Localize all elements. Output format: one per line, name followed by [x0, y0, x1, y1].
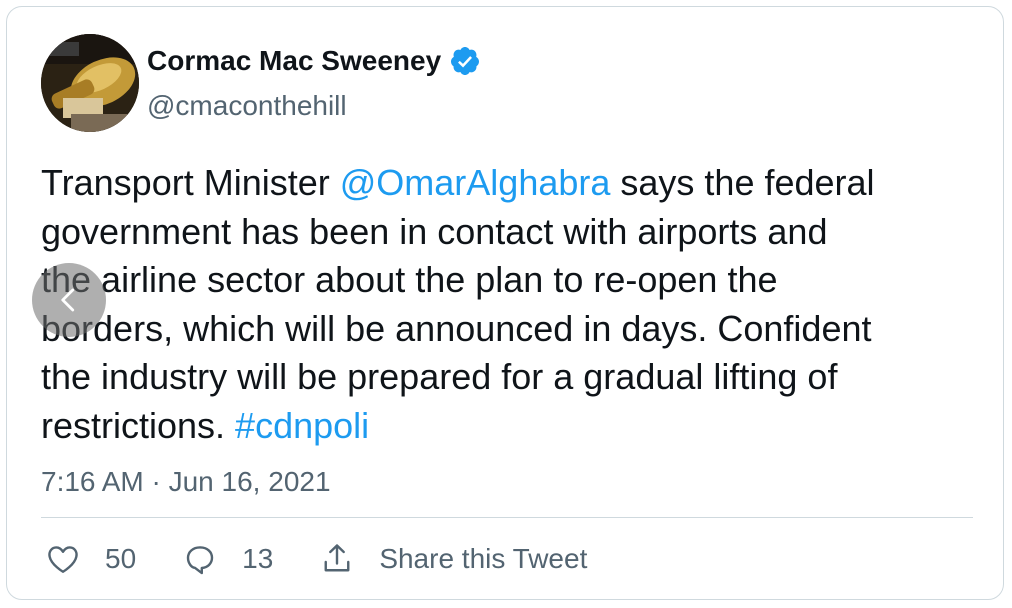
- tweet-text-line: government has been in contact with airp…: [41, 208, 981, 257]
- hashtag-link[interactable]: #cdnpoli: [235, 405, 369, 446]
- share-button[interactable]: Share this Tweet: [319, 541, 587, 577]
- reply-icon: [186, 546, 214, 575]
- tweet-text-line: the airline sector about the plan to re-…: [41, 256, 981, 305]
- tweet-text-segment: borders, which will be announced in days…: [41, 307, 872, 349]
- tweet-text-segment: government has been in contact with airp…: [41, 210, 828, 252]
- author-name-text: Cormac Mac Sweeney: [147, 45, 442, 76]
- microphone-avatar-image: [41, 34, 139, 132]
- chevron-left-icon: [61, 288, 75, 312]
- share-label: Share this Tweet: [379, 543, 588, 574]
- tweet-card: Cormac Mac Sweeney @cmaconthehill Transp…: [6, 6, 1004, 600]
- tweet-text-segment: the industry will be prepared for a grad…: [41, 356, 838, 397]
- author-display-name[interactable]: Cormac Mac Sweeney: [147, 45, 481, 77]
- author-avatar[interactable]: [41, 34, 139, 132]
- tweet-text-segment: the airline sector about the plan to re-…: [41, 259, 778, 300]
- author-handle[interactable]: @cmaconthehill: [147, 90, 347, 122]
- tweet-text-segment: restrictions.: [41, 404, 236, 446]
- tweet-timestamp[interactable]: 7:16 AM · Jun 16, 2021: [41, 466, 331, 498]
- tweet-text-line: restrictions. #cdnpoli: [41, 402, 981, 451]
- share-icon: [324, 544, 350, 572]
- tweet-text-line: Transport Minister @OmarAlghabra says th…: [41, 159, 981, 208]
- tweet-text-line: the industry will be prepared for a grad…: [41, 353, 981, 402]
- mention-link[interactable]: @OmarAlghabra: [340, 162, 611, 203]
- tweet-text-segment: says the federal: [610, 162, 875, 203]
- tweet-text-segment: Transport Minister: [41, 162, 340, 203]
- like-count: 50: [105, 543, 137, 574]
- reply-count: 13: [242, 543, 274, 574]
- reply-button[interactable]: 13: [182, 541, 273, 577]
- tweet-text-line: borders, which will be announced in days…: [41, 305, 981, 354]
- heart-icon: [48, 546, 78, 573]
- tweet-text: Transport Minister @OmarAlghabra says th…: [41, 159, 981, 450]
- divider: [41, 517, 973, 518]
- previous-arrow-button[interactable]: [32, 263, 106, 337]
- like-button[interactable]: 50: [45, 541, 136, 577]
- verified-badge-icon: [449, 45, 481, 77]
- tweet-actions: 50 13 Share this Tweet: [45, 534, 587, 584]
